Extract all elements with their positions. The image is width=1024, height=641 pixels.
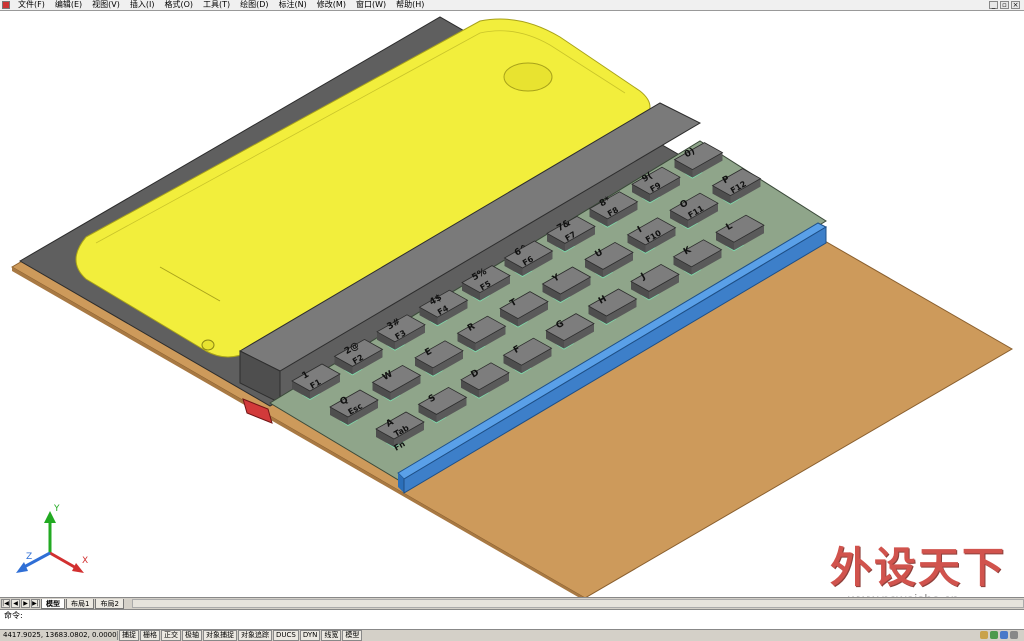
first-tab-arrow-icon[interactable]: |◀ bbox=[1, 599, 10, 608]
layout-tab-bar: |◀ ◀ ▶ ▶| 模型 布局1 布局2 bbox=[0, 597, 1024, 609]
phone-camera bbox=[201, 339, 215, 351]
menu-draw[interactable]: 绘图(D) bbox=[235, 0, 273, 10]
menu-file[interactable]: 文件(F) bbox=[13, 0, 50, 10]
menu-window[interactable]: 窗口(W) bbox=[351, 0, 391, 10]
ducs-toggle[interactable]: DUCS bbox=[273, 629, 299, 641]
coordinate-readout: 4417.9025, 13683.0802, 0.0000 bbox=[0, 630, 118, 640]
ucs-y-label: Y bbox=[53, 504, 60, 514]
osnap-toggle[interactable]: 对象捕捉 bbox=[203, 629, 237, 641]
clean-screen-icon[interactable] bbox=[1010, 631, 1018, 639]
menu-insert[interactable]: 插入(I) bbox=[125, 0, 160, 10]
prev-tab-arrow-icon[interactable]: ◀ bbox=[11, 599, 20, 608]
status-tray bbox=[980, 631, 1024, 639]
tab-layout2[interactable]: 布局2 bbox=[95, 598, 124, 609]
next-tab-arrow-icon[interactable]: ▶ bbox=[21, 599, 30, 608]
minimize-icon[interactable]: _ bbox=[989, 1, 998, 9]
command-prompt[interactable]: 命令: bbox=[4, 611, 1020, 620]
ucs-z-label: Z bbox=[26, 552, 32, 562]
menu-dimension[interactable]: 标注(N) bbox=[274, 0, 312, 10]
tab-model[interactable]: 模型 bbox=[41, 598, 65, 609]
command-window[interactable]: 命令: bbox=[0, 609, 1024, 629]
ucs-icon: Y X Z bbox=[16, 504, 88, 573]
menu-modify[interactable]: 修改(M) bbox=[312, 0, 351, 10]
lineweight-toggle[interactable]: 线宽 bbox=[321, 629, 342, 641]
tab-layout1[interactable]: 布局1 bbox=[66, 598, 95, 609]
grid-toggle[interactable]: 栅格 bbox=[140, 629, 160, 641]
menu-edit[interactable]: 编辑(E) bbox=[50, 0, 87, 10]
snap-toggle[interactable]: 捕捉 bbox=[119, 629, 139, 641]
menu-tools[interactable]: 工具(T) bbox=[198, 0, 235, 10]
restore-icon[interactable]: ▫ bbox=[1000, 1, 1009, 9]
phone-home-button bbox=[503, 62, 553, 92]
settings-icon[interactable] bbox=[1000, 631, 1008, 639]
drawing-viewport[interactable]: 1 F1 2@ F2 3# F3 4$ F4 5% F5 6^ F6 7& F7 8* F8 9(F9 0) Q Es… bbox=[0, 10, 1024, 597]
ortho-toggle[interactable]: 正交 bbox=[161, 629, 181, 641]
menu-bar: 文件(F) 编辑(E) 视图(V) 插入(I) 格式(O) 工具(T) 绘图(D… bbox=[0, 0, 1024, 10]
polar-toggle[interactable]: 极轴 bbox=[182, 629, 202, 641]
menu-view[interactable]: 视图(V) bbox=[87, 0, 125, 10]
lock-icon[interactable] bbox=[980, 631, 988, 639]
communication-icon[interactable] bbox=[990, 631, 998, 639]
menu-format[interactable]: 格式(O) bbox=[159, 0, 198, 10]
horizontal-scrollbar[interactable] bbox=[131, 599, 1024, 608]
ucs-x-label: X bbox=[82, 556, 88, 566]
model-scene: 1F12@F23#F34$F45%F56^F67&F78*F89(F90)QEs… bbox=[11, 16, 1013, 597]
app-icon[interactable] bbox=[2, 1, 10, 9]
close-icon[interactable]: × bbox=[1011, 1, 1020, 9]
menu-help[interactable]: 帮助(H) bbox=[391, 0, 429, 10]
window-controls: _ ▫ × bbox=[989, 1, 1024, 9]
model-toggle[interactable]: 模型 bbox=[342, 629, 363, 641]
last-tab-arrow-icon[interactable]: ▶| bbox=[31, 599, 40, 608]
otrack-toggle[interactable]: 对象追踪 bbox=[238, 629, 272, 641]
status-bar: 4417.9025, 13683.0802, 0.0000 捕捉 栅格 正交 极… bbox=[0, 629, 1024, 641]
dyn-toggle[interactable]: DYN bbox=[299, 629, 321, 641]
